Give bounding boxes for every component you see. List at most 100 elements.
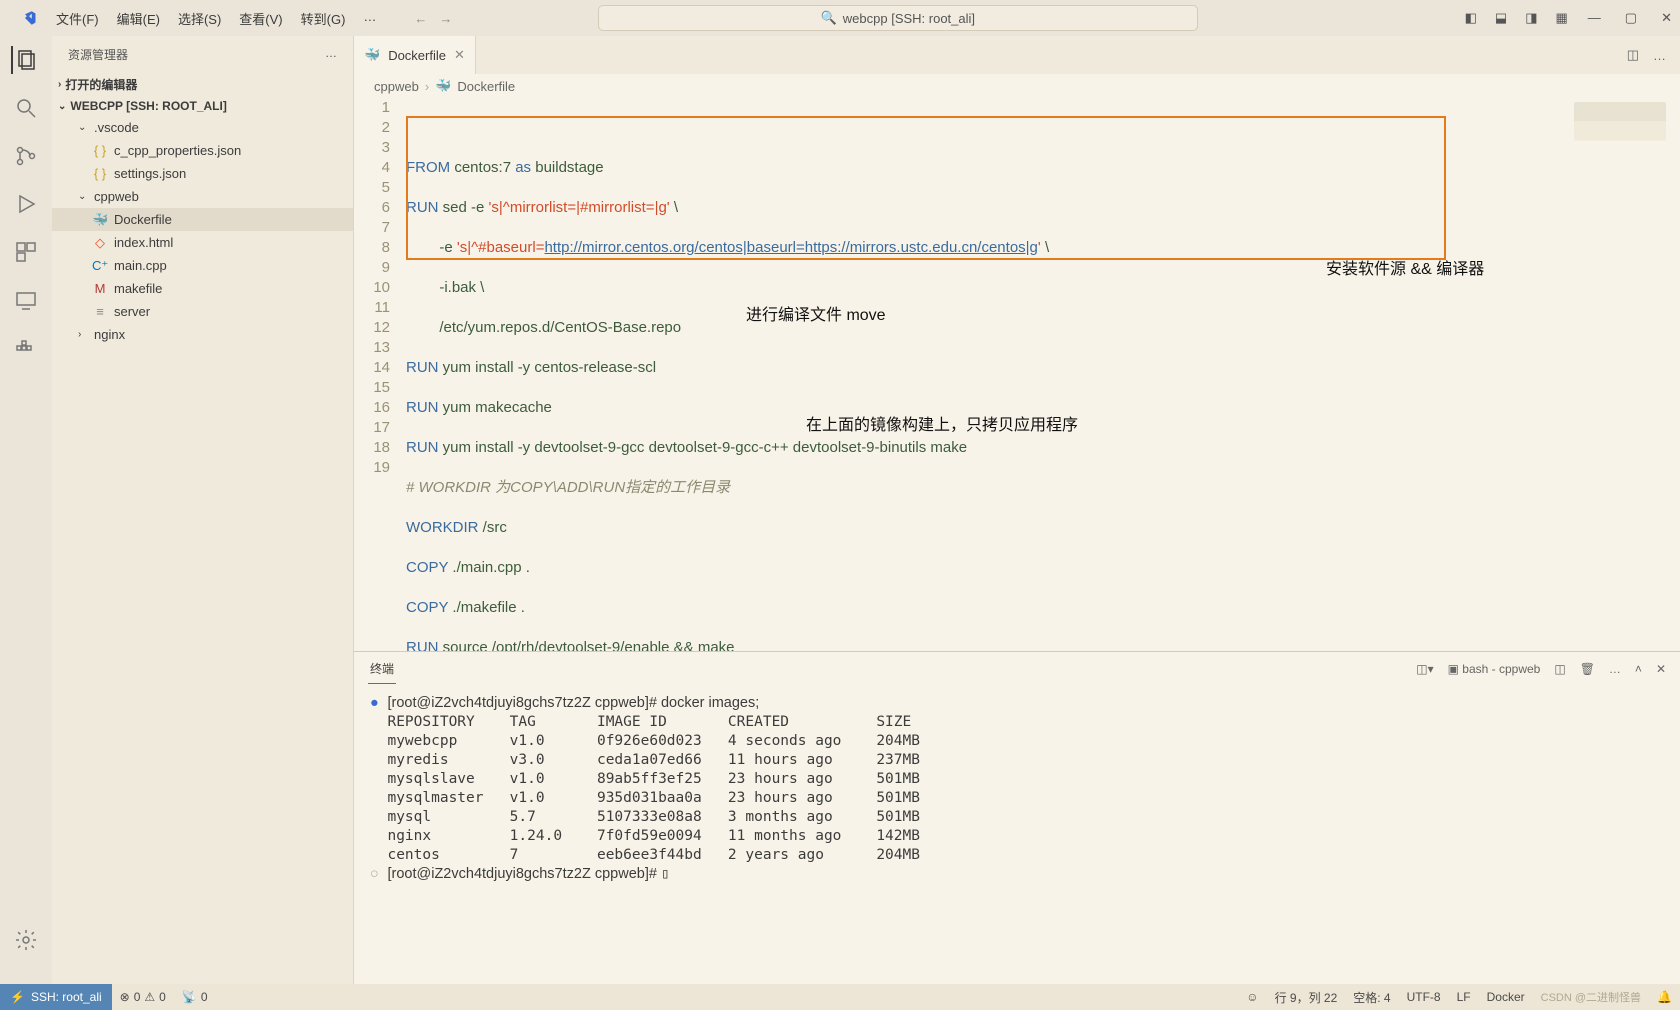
file-dockerfile[interactable]: 🐳Dockerfile [52,208,353,231]
status-ports[interactable]: 📡0 [174,990,216,1004]
menu-selection[interactable]: 选择(S) [170,5,229,32]
breadcrumb-segment[interactable]: cppweb [374,79,419,94]
menu-overflow[interactable]: … [355,5,384,32]
open-editors-section[interactable]: ›打开的编辑器 [52,73,353,96]
panel-tabs: 终端 ◫▾ ▣ bash - cppweb ◫ 🗑 … ˄ ✕ [354,652,1680,686]
split-terminal-icon[interactable]: ◫▾ [1416,662,1433,676]
status-notifications-icon[interactable]: 🔔 [1649,989,1680,1006]
terminal-output[interactable]: ● [root@iZ2vch4tdjuyi8gchs7tz2Z cppweb]#… [354,686,1680,984]
activity-docker-icon[interactable] [12,334,40,362]
sidebar-more-icon[interactable]: … [325,46,337,63]
editor-more-icon[interactable]: … [1653,48,1666,63]
menu-edit[interactable]: 编辑(E) [109,5,168,32]
status-feedback-icon[interactable]: ☺ [1238,989,1266,1006]
status-remote-label: SSH: root_ali [31,990,102,1004]
file-c-cpp-properties[interactable]: { }c_cpp_properties.json [52,139,353,162]
line-gutter: 12345678910111213141516171819 [354,98,406,651]
terminal-tab[interactable]: 终端 [368,654,396,684]
status-indentation[interactable]: 空格: 4 [1345,989,1398,1006]
window-maximize-icon[interactable]: ▢ [1625,10,1637,26]
folder-label: .vscode [94,120,139,135]
minimap[interactable] [1574,102,1666,166]
status-bar: ⚡ SSH: root_ali ⊗0 ⚠0 📡0 ☺ 行 9，列 22 空格: … [0,984,1680,1010]
activity-search-icon[interactable] [12,94,40,122]
trash-icon[interactable]: 🗑 [1580,662,1595,676]
split-editor-icon[interactable]: ◫ [1627,47,1639,63]
window-minimize-icon[interactable]: — [1588,10,1601,26]
code-editor[interactable]: 12345678910111213141516171819 FROM cento… [354,98,1680,651]
workspace-section[interactable]: ⌄WEBCPP [SSH: ROOT_ALI] [52,96,353,116]
breadcrumb[interactable]: cppweb › 🐳 Dockerfile [354,74,1680,98]
vscode-logo-icon [16,6,40,30]
file-makefile[interactable]: Mmakefile [52,277,353,300]
status-problems[interactable]: ⊗0 ⚠0 [112,990,174,1004]
editor-area: 🐳 Dockerfile ✕ ◫ … cppweb › 🐳 Dockerfile… [354,36,1680,984]
status-cursor-position[interactable]: 行 9，列 22 [1267,989,1346,1006]
sidebar-title: 资源管理器 … [52,36,353,73]
layout-customize-icon[interactable]: ▦ [1555,10,1567,26]
folder-label: nginx [94,327,125,342]
warning-icon: ⚠ [144,990,155,1004]
file-label: Dockerfile [114,212,172,227]
file-server[interactable]: ≡server [52,300,353,323]
layout-sidebar-left-icon[interactable]: ◧ [1465,10,1477,26]
code-content[interactable]: FROM centos:7 as buildstage RUN sed -e '… [406,98,1680,651]
activity-bar [0,36,52,984]
folder-nginx[interactable]: ›nginx [52,323,353,346]
file-label: server [114,304,150,319]
explorer-sidebar: 资源管理器 … ›打开的编辑器 ⌄WEBCPP [SSH: ROOT_ALI] … [52,36,354,984]
activity-extensions-icon[interactable] [12,238,40,266]
window-close-icon[interactable]: ✕ [1661,10,1672,26]
new-terminal-icon[interactable]: ◫ [1554,662,1565,676]
breadcrumb-segment[interactable]: Dockerfile [457,79,515,94]
remote-icon: ⚡ [10,990,25,1004]
folder-vscode[interactable]: ⌄.vscode [52,116,353,139]
tab-dockerfile[interactable]: 🐳 Dockerfile ✕ [354,36,476,74]
editor-tabs: 🐳 Dockerfile ✕ ◫ … [354,36,1680,74]
menu-view[interactable]: 查看(V) [231,5,290,32]
panel-more-icon[interactable]: … [1609,662,1621,676]
status-encoding[interactable]: UTF-8 [1399,989,1449,1006]
terminal-panel: 终端 ◫▾ ▣ bash - cppweb ◫ 🗑 … ˄ ✕ ● [root@… [354,651,1680,984]
file-label: main.cpp [114,258,167,273]
file-label: makefile [114,281,162,296]
activity-settings-icon[interactable] [12,926,40,954]
activity-explorer-icon[interactable] [11,46,39,74]
file-index-html[interactable]: ◇index.html [52,231,353,254]
watermark: CSDN @二进制怪兽 [1533,989,1649,1006]
status-remote[interactable]: ⚡ SSH: root_ali [0,984,112,1010]
close-icon[interactable]: ✕ [454,47,465,63]
folder-cppweb[interactable]: ⌄cppweb [52,185,353,208]
docker-icon: 🐳 [364,47,380,63]
layout-panel-icon[interactable]: ⬓ [1495,10,1507,26]
folder-label: cppweb [94,189,139,204]
status-language[interactable]: Docker [1479,989,1533,1006]
sidebar-title-label: 资源管理器 [68,46,128,63]
workspace-label: WEBCPP [SSH: ROOT_ALI] [70,99,226,113]
tab-label: Dockerfile [388,48,446,63]
activity-source-control-icon[interactable] [12,142,40,170]
nav-forward-icon[interactable]: → [439,11,452,26]
file-settings-json[interactable]: { }settings.json [52,162,353,185]
panel-close-icon[interactable]: ✕ [1656,662,1666,676]
status-eol[interactable]: LF [1449,989,1479,1006]
title-bar: 文件(F) 编辑(E) 选择(S) 查看(V) 转到(G) … ← → 🔍 we… [0,0,1680,36]
layout-sidebar-right-icon[interactable]: ◨ [1525,10,1537,26]
file-label: c_cpp_properties.json [114,143,241,158]
command-center-label: webcpp [SSH: root_ali] [843,11,975,26]
activity-run-debug-icon[interactable] [12,190,40,218]
command-center[interactable]: 🔍 webcpp [SSH: root_ali] [598,5,1198,31]
error-icon: ⊗ [120,990,130,1004]
chevron-up-icon[interactable]: ˄ [1635,662,1642,676]
antenna-icon: 📡 [182,990,197,1004]
menu-go[interactable]: 转到(G) [293,5,354,32]
menu-bar: 文件(F) 编辑(E) 选择(S) 查看(V) 转到(G) … [48,5,384,32]
file-label: index.html [114,235,173,250]
activity-remote-explorer-icon[interactable] [12,286,40,314]
annotation-3: 在上面的镜像构建上，只拷贝应用程序 [806,416,1078,436]
menu-file[interactable]: 文件(F) [48,5,107,32]
docker-icon: 🐳 [435,78,451,94]
nav-back-icon[interactable]: ← [414,11,427,26]
terminal-shell-label[interactable]: ▣ bash - cppweb [1448,662,1541,676]
file-main-cpp[interactable]: C⁺main.cpp [52,254,353,277]
